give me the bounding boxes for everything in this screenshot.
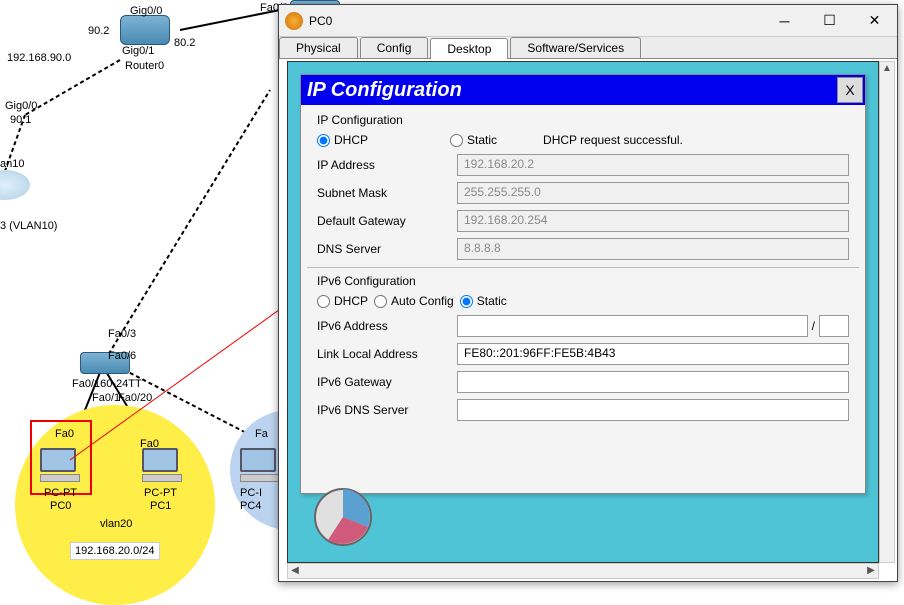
scroll-right-icon[interactable]: ▶ (864, 564, 878, 578)
dns-field[interactable]: 8.8.8.8 (457, 238, 849, 260)
minimize-button[interactable]: ─ (762, 7, 807, 35)
ipv4-section-label: IP Configuration (317, 113, 849, 127)
ipconfig-title-text: IP Configuration (307, 79, 462, 102)
v6dns-field[interactable] (457, 399, 849, 421)
close-button[interactable]: ✕ (852, 7, 897, 35)
tab-desktop[interactable]: Desktop (430, 38, 508, 59)
radio-v6-dhcp[interactable]: DHCP (317, 294, 368, 308)
tab-physical[interactable]: Physical (279, 37, 358, 58)
v6gw-label: IPv6 Gateway (317, 375, 457, 389)
gw-field[interactable]: 192.168.20.254 (457, 210, 849, 232)
mask-label: Subnet Mask (317, 186, 457, 200)
scrollbar-horizontal[interactable]: ◀ ▶ (287, 563, 879, 579)
radio-static[interactable]: Static (450, 133, 497, 147)
dns-label: DNS Server (317, 242, 457, 256)
maximize-button[interactable]: ☐ (807, 7, 852, 35)
dhcp-status: DHCP request successful. (543, 133, 683, 147)
scrollbar-vertical[interactable]: ▲ (879, 61, 895, 563)
desktop-area: IP Configuration X IP Configuration DHCP… (287, 61, 879, 563)
scroll-up-icon[interactable]: ▲ (880, 62, 894, 76)
v6addr-label: IPv6 Address (317, 319, 457, 333)
tabstrip: Physical Config Desktop Software/Service… (279, 37, 897, 59)
v6prefix-field[interactable] (819, 315, 849, 337)
v6gw-field[interactable] (457, 371, 849, 393)
titlebar[interactable]: PC0 ─ ☐ ✕ (279, 5, 897, 37)
tab-config[interactable]: Config (360, 37, 429, 58)
mask-field[interactable]: 255.255.255.0 (457, 182, 849, 204)
radio-v6-static[interactable]: Static (460, 294, 507, 308)
radio-dhcp[interactable]: DHCP (317, 133, 368, 147)
desktop-app-icon[interactable] (308, 482, 378, 552)
gw-label: Default Gateway (317, 214, 457, 228)
tab-software[interactable]: Software/Services (510, 37, 641, 58)
ipconfig-window: IP Configuration X IP Configuration DHCP… (300, 74, 866, 494)
pc0-window: PC0 ─ ☐ ✕ Physical Config Desktop Softwa… (278, 4, 898, 582)
ipv6-section-label: IPv6 Configuration (317, 274, 849, 288)
ipconfig-titlebar[interactable]: IP Configuration X (301, 75, 865, 105)
ip-label: IP Address (317, 158, 457, 172)
window-title: PC0 (309, 14, 762, 28)
radio-v6-auto[interactable]: Auto Config (374, 294, 454, 308)
scroll-left-icon[interactable]: ◀ (288, 564, 302, 578)
app-icon (285, 12, 303, 30)
ipconfig-close-button[interactable]: X (837, 77, 863, 103)
ip-field[interactable]: 192.168.20.2 (457, 154, 849, 176)
v6dns-label: IPv6 DNS Server (317, 403, 457, 417)
v6ll-field[interactable]: FE80::201:96FF:FE5B:4B43 (457, 343, 849, 365)
v6ll-label: Link Local Address (317, 347, 457, 361)
v6addr-field[interactable] (457, 315, 808, 337)
